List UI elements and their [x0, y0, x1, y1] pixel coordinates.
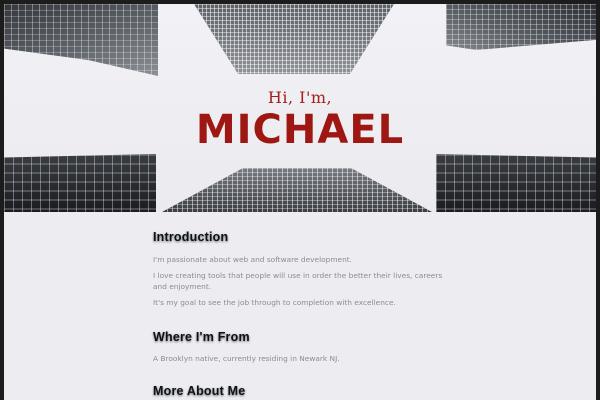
hero-name: MICHAEL: [195, 107, 405, 153]
hero-banner: Hi, I'm, MICHAEL: [4, 4, 596, 212]
skyscraper-bottom-left-image: [4, 154, 156, 212]
section-title-more-about-me: More About Me: [153, 384, 246, 398]
section-title-introduction: Introduction: [153, 230, 229, 244]
intro-paragraph: I love creating tools that people will u…: [153, 271, 443, 291]
skyscraper-top-right-image: [446, 4, 596, 50]
section-title-where-from: Where I'm From: [153, 330, 250, 344]
where-paragraph: A Brooklyn native, currently residing in…: [153, 354, 340, 363]
intro-paragraph: I'm passionate about web and software de…: [153, 255, 353, 264]
skyscraper-bottom-right-image: [436, 154, 596, 212]
skyscraper-top-left-image: [4, 4, 158, 76]
skyscraper-bottom-center-image: [162, 168, 432, 212]
intro-paragraph: It's my goal to see the job through to c…: [153, 298, 396, 307]
skyscraper-top-center-image: [194, 4, 394, 74]
web-page: Hi, I'm, MICHAEL Introduction I'm passio…: [4, 4, 596, 400]
